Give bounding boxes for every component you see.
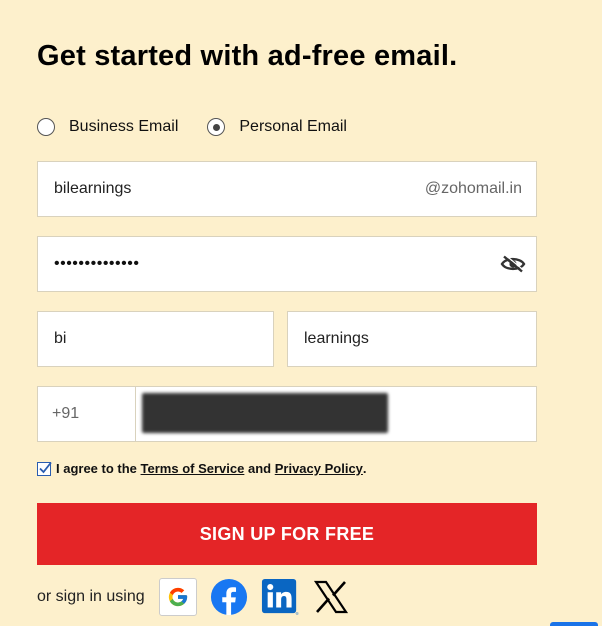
sign-up-button[interactable]: SIGN UP FOR FREE (37, 503, 537, 565)
page-title: Get started with ad-free email. (37, 40, 458, 72)
first-name-input-value[interactable]: bi (54, 330, 66, 348)
business-email-label: Business Email (69, 118, 179, 135)
personal-email-option[interactable]: Personal Email (207, 118, 347, 136)
personal-email-label: Personal Email (239, 118, 347, 135)
terms-of-service-link[interactable]: Terms of Service (141, 461, 245, 476)
agree-prefix-text: I agree to the (56, 461, 137, 476)
facebook-icon[interactable] (210, 578, 248, 616)
agree-and-text: and (247, 461, 272, 476)
password-input-value[interactable]: •••••••••••••• (54, 255, 139, 273)
social-sign-in: or sign in using ® (37, 577, 363, 617)
personal-email-radio[interactable] (207, 118, 226, 136)
svg-text:®: ® (295, 611, 299, 616)
x-icon[interactable] (312, 578, 350, 616)
email-domain-suffix: @zohomail.in (424, 180, 522, 197)
account-type-radio-group: Business Email Personal Email (37, 116, 376, 138)
password-field[interactable]: •••••••••••••• (37, 236, 537, 292)
privacy-policy-link[interactable]: Privacy Policy (275, 461, 363, 476)
business-email-option[interactable]: Business Email (37, 118, 178, 136)
first-name-field[interactable]: bi (37, 311, 274, 367)
email-field[interactable]: bilearnings @zohomail.in (37, 161, 537, 217)
agree-checkbox[interactable] (37, 461, 52, 476)
phone-number-redacted[interactable] (142, 393, 388, 433)
country-code-select[interactable]: +91 (38, 387, 136, 441)
phone-field[interactable]: +91 (37, 386, 537, 442)
agree-suffix-text: . (362, 461, 367, 476)
last-name-input-value[interactable]: learnings (304, 330, 369, 348)
signup-page: Get started with ad-free email. Business… (0, 0, 602, 626)
business-email-radio[interactable] (37, 118, 55, 136)
eye-slash-icon[interactable] (500, 254, 526, 273)
last-name-field[interactable]: learnings (287, 311, 537, 367)
email-input-value[interactable]: bilearnings (54, 180, 131, 198)
google-icon[interactable] (158, 578, 197, 616)
social-sign-in-label: or sign in using (37, 588, 145, 605)
linkedin-icon[interactable]: ® (261, 578, 299, 616)
corner-widget[interactable] (550, 622, 598, 626)
terms-agreement: I agree to the Terms of Service and Priv… (37, 461, 367, 476)
